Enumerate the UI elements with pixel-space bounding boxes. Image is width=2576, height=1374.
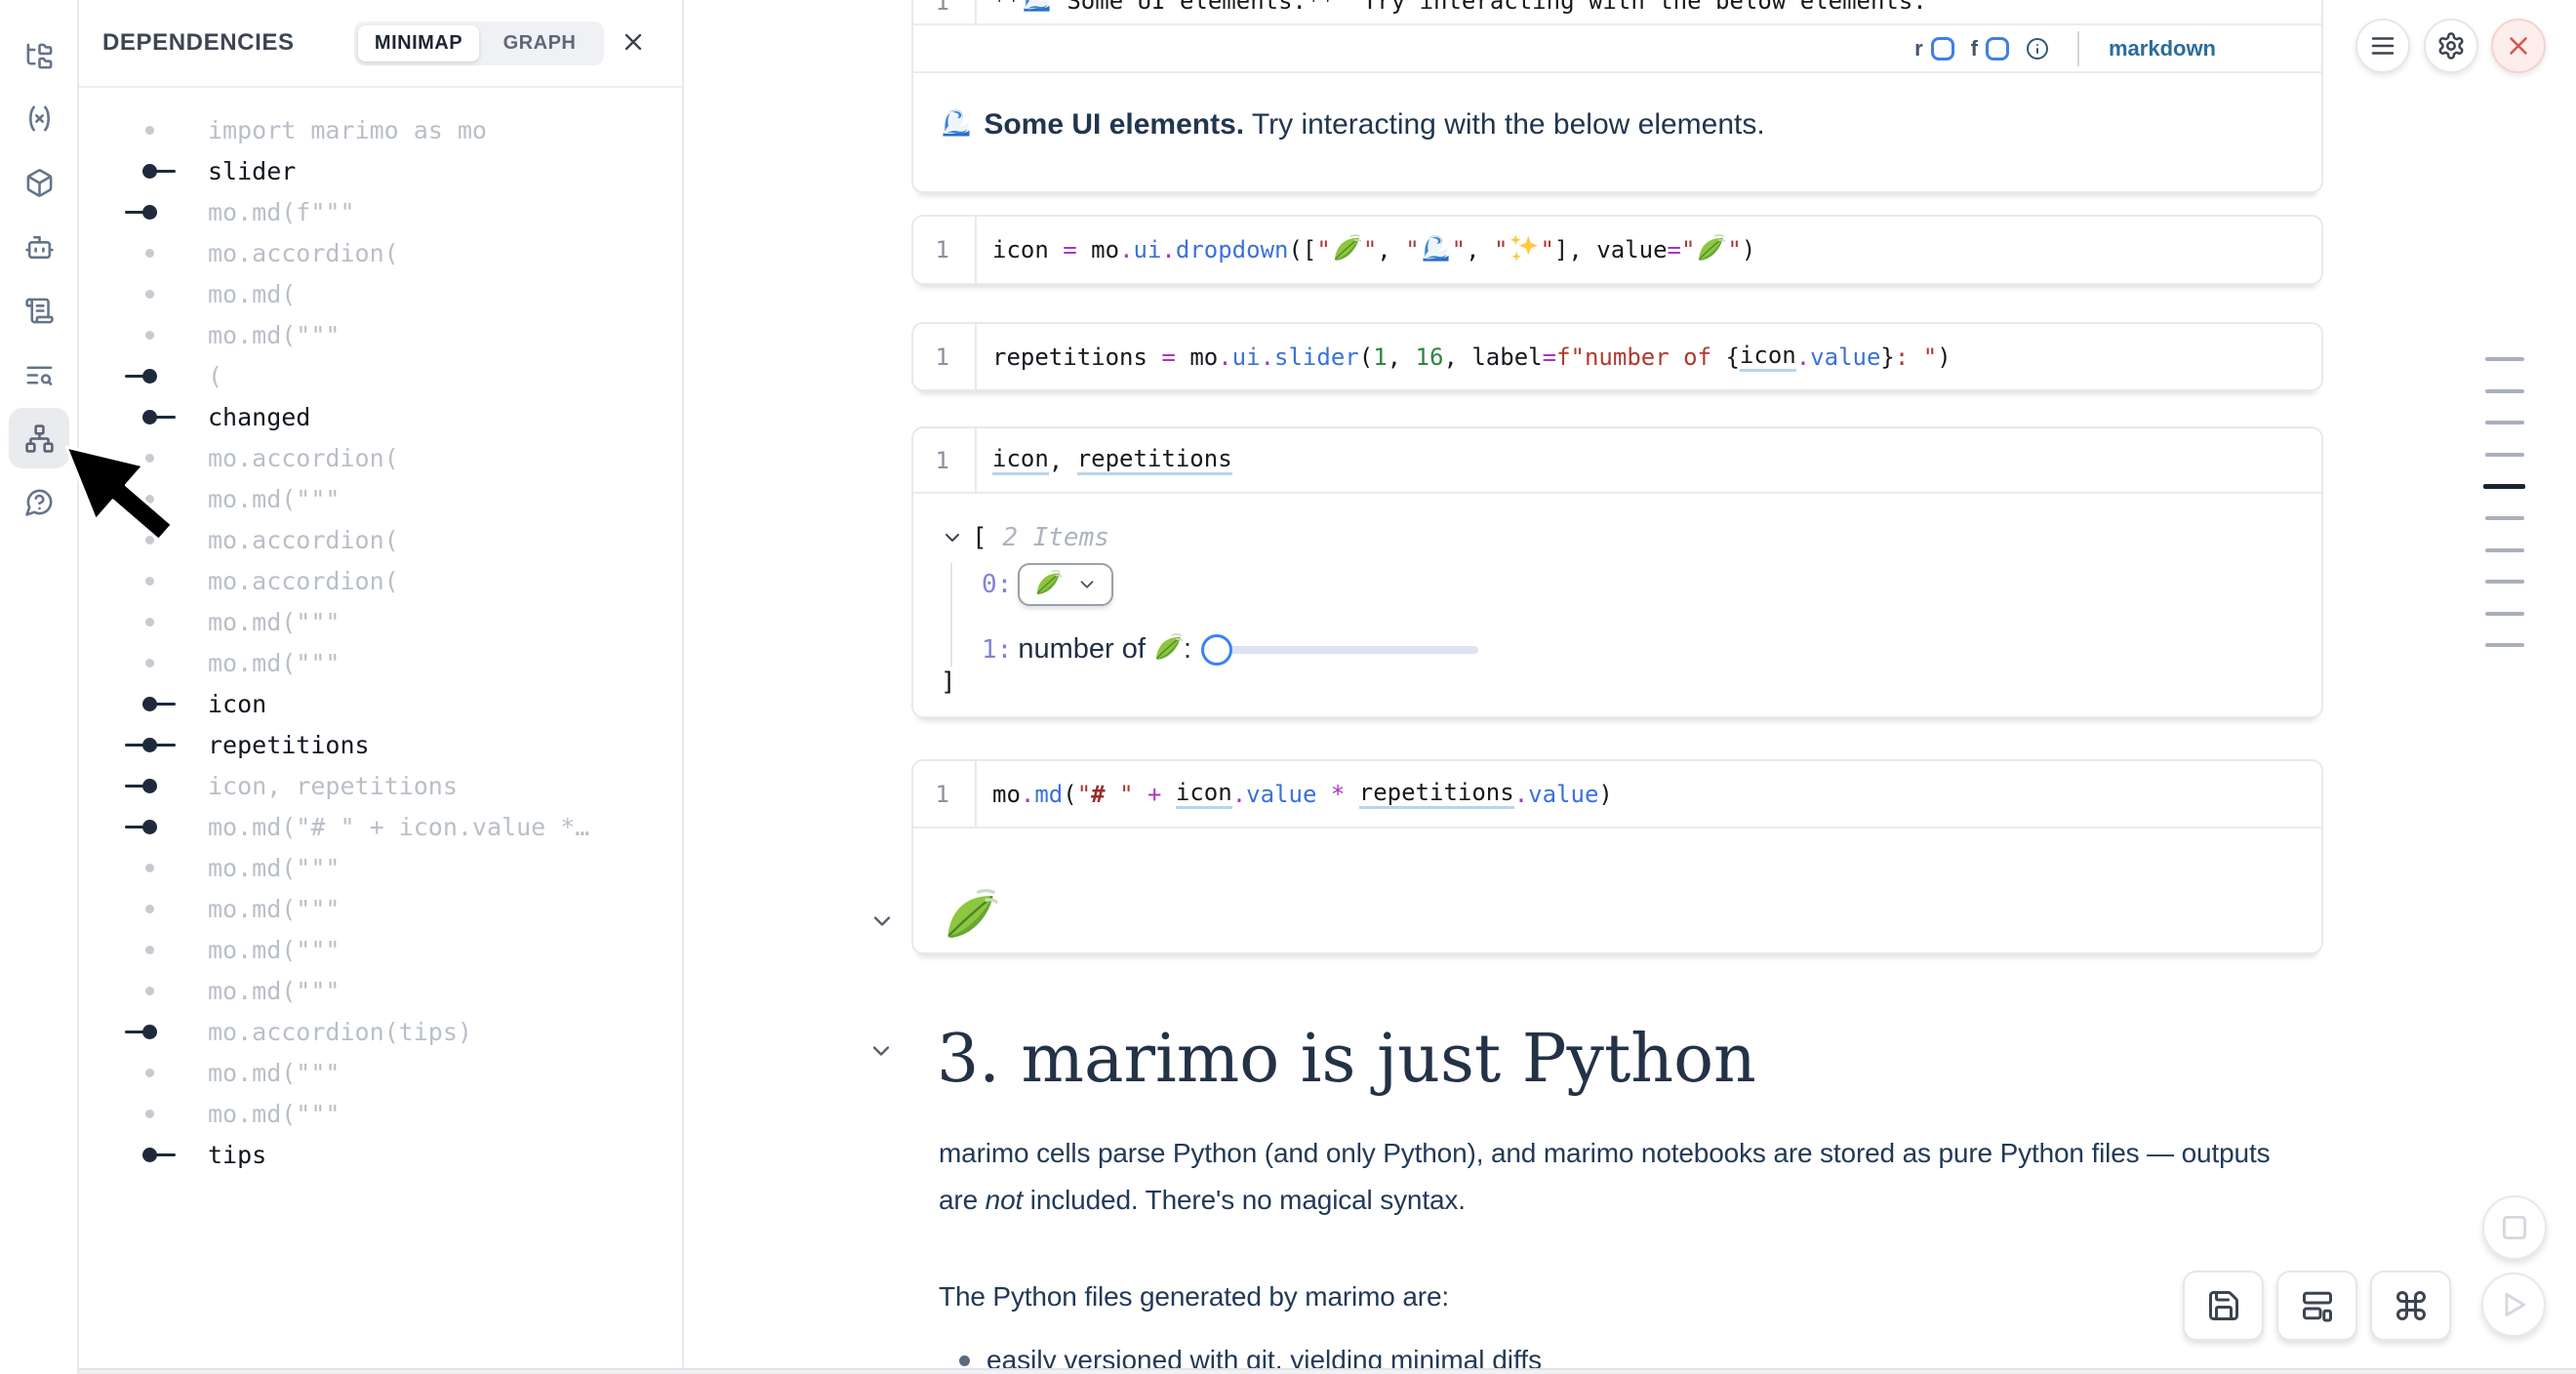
mouse-cursor bbox=[0, 0, 2576, 1374]
marimo-app-window: DEPENDENCIES MINIMAP GRAPH import marimo… bbox=[0, 0, 2576, 1374]
